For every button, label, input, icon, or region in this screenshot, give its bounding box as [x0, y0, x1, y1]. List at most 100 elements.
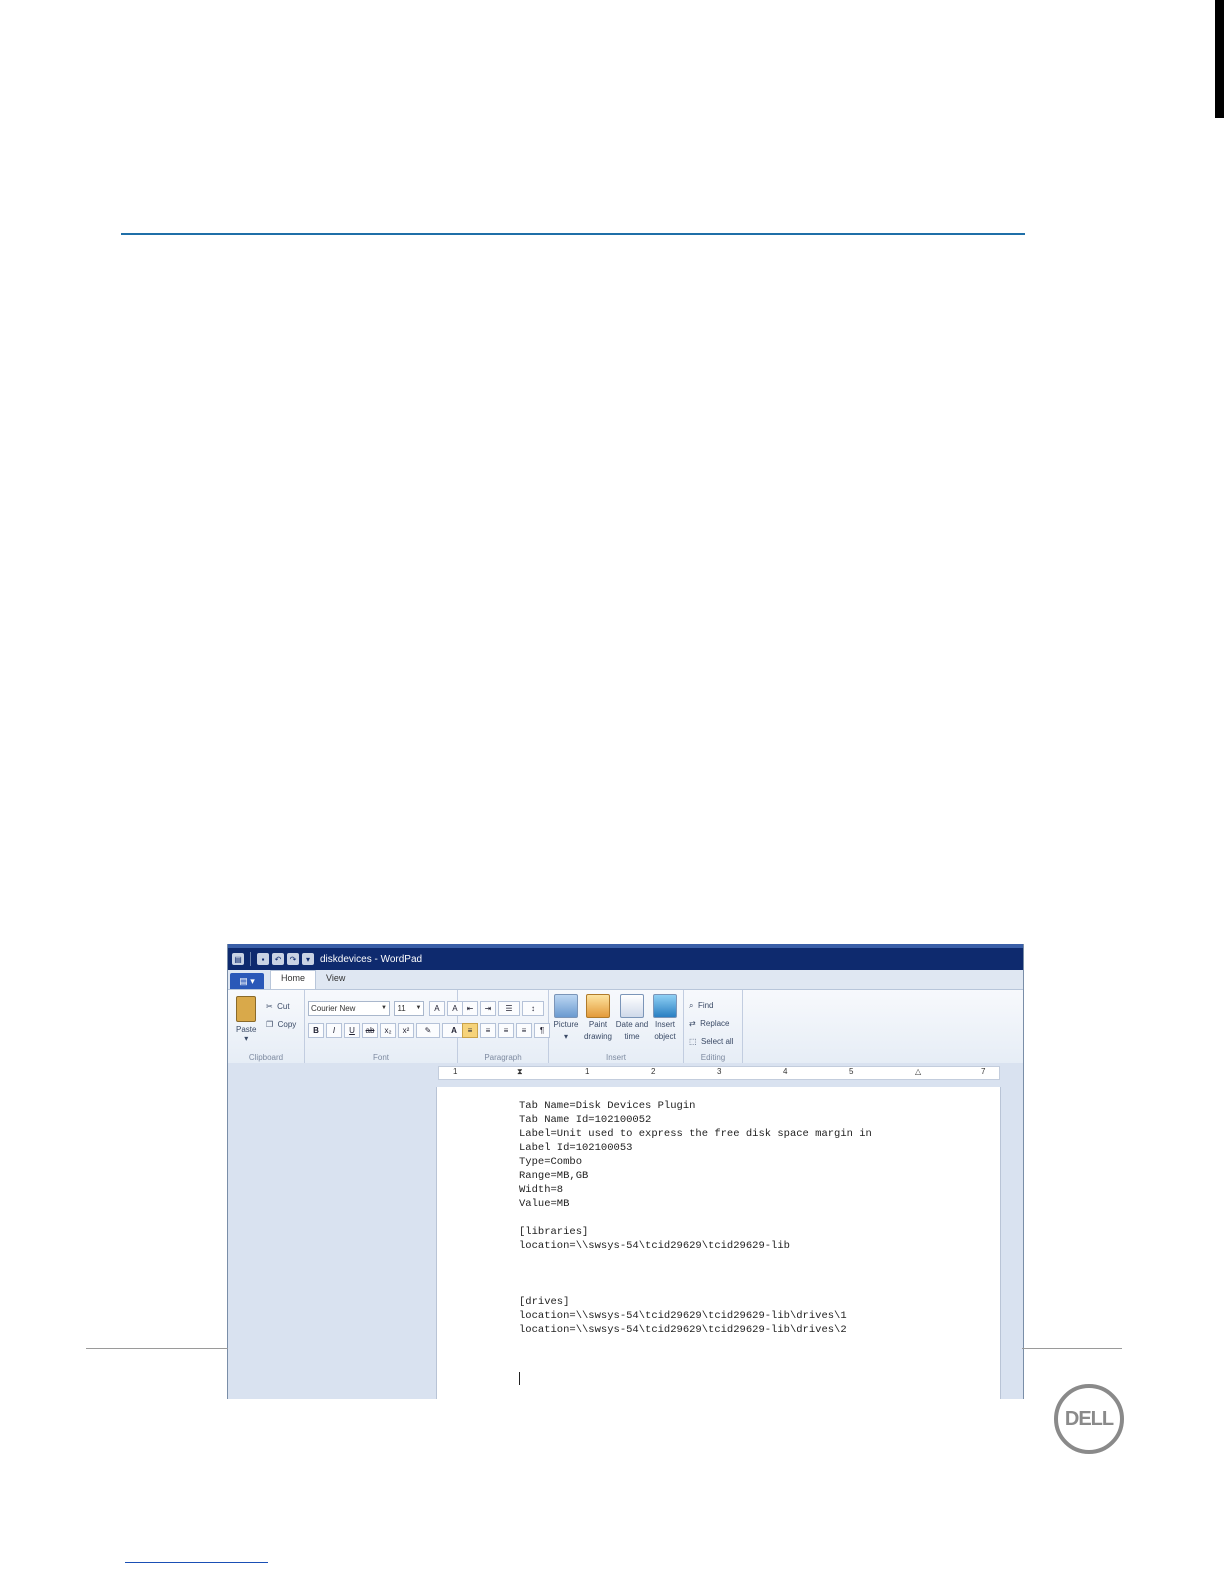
document-page[interactable]: Tab Name=Disk Devices Plugin Tab Name Id=…: [436, 1087, 1001, 1399]
document-line[interactable]: Range=MB,GB: [519, 1169, 872, 1183]
grow-font-button[interactable]: A: [428, 1001, 445, 1016]
picture-label: Picture: [553, 1020, 579, 1029]
document-line[interactable]: Value=MB: [519, 1197, 872, 1211]
document-line[interactable]: Label Id=102100053: [519, 1141, 872, 1155]
object-icon: [653, 994, 677, 1018]
font-size-select[interactable]: 11 ▼: [394, 1001, 425, 1016]
footer-link-underline[interactable]: [125, 1562, 268, 1563]
subscript-button[interactable]: x₂: [380, 1023, 396, 1038]
date-time-button[interactable]: Date and time: [615, 994, 649, 1042]
ruler-number: 7: [981, 1067, 986, 1076]
replace-button[interactable]: ⇄ Replace: [689, 1013, 730, 1031]
paragraph-group-label: Paragraph: [484, 1053, 522, 1062]
italic-button[interactable]: I: [326, 1023, 342, 1038]
redo-icon[interactable]: ↷: [287, 953, 299, 965]
insert-object-button[interactable]: Insert object: [650, 994, 680, 1042]
document-line[interactable]: location=\\swsys-54\tcid29629\tcid29629-…: [519, 1239, 872, 1253]
find-label: Find: [697, 1001, 714, 1010]
footer-rule: [86, 1348, 228, 1349]
document-text[interactable]: Tab Name=Disk Devices Plugin Tab Name Id=…: [519, 1099, 872, 1337]
picture-button[interactable]: Picture ▾: [553, 994, 579, 1042]
font-group: Courier New ▼ 11 ▼ AA B I Uab x₂ x² ✎ A Font: [305, 990, 466, 1064]
copy-button[interactable]: ❐ Copy: [266, 1014, 296, 1032]
ribbon: Paste ▾ ✂ Cut ❐ Copy Clipboard Courier N…: [228, 990, 1023, 1065]
right-indent-marker[interactable]: △: [915, 1067, 921, 1076]
document-line[interactable]: location=\\swsys-54\tcid29629\tcid29629-…: [519, 1323, 872, 1337]
align-left-button[interactable]: ≡: [462, 1023, 478, 1038]
qat-separator: [250, 952, 251, 966]
chevron-down-icon: ▼: [415, 1005, 422, 1011]
ruler-number: 1: [585, 1067, 590, 1076]
document-line[interactable]: Tab Name Id=102100052: [519, 1113, 872, 1127]
picture-icon: [554, 994, 578, 1018]
font-group-label: Font: [372, 1053, 389, 1062]
bullets-button[interactable]: ☰: [498, 1001, 520, 1016]
copy-label: Copy: [277, 1020, 297, 1029]
insert-group: Picture ▾ Paint drawing Date and time In…: [549, 990, 684, 1064]
tab-home[interactable]: Home: [270, 970, 317, 989]
window-title: diskdevices - WordPad: [320, 953, 423, 965]
ruler-number: 1: [453, 1067, 458, 1076]
undo-icon[interactable]: ↶: [272, 953, 284, 965]
document-line[interactable]: location=\\swsys-54\tcid29629\tcid29629-…: [519, 1309, 872, 1323]
document-line[interactable]: [519, 1267, 872, 1281]
document-line[interactable]: [519, 1281, 872, 1295]
document-line[interactable]: [libraries]: [519, 1225, 872, 1239]
replace-label: Replace: [700, 1019, 730, 1028]
paragraph-settings-button[interactable]: ¶: [534, 1023, 550, 1038]
paint-drawing-button[interactable]: Paint drawing: [583, 994, 613, 1042]
wordpad-window: ▤ ▪ ↶ ↷ ▾ diskdevices - WordPad ▤ ▾ Home…: [227, 944, 1024, 1399]
ruler-number: 3: [717, 1067, 722, 1076]
ruler-number: 2: [651, 1067, 656, 1076]
highlight-color-button[interactable]: ✎: [416, 1023, 440, 1038]
paste-button[interactable]: Paste ▾: [236, 996, 256, 1043]
line-spacing-button[interactable]: ↕: [522, 1001, 544, 1016]
document-line[interactable]: [519, 1253, 872, 1267]
title-bar: ▤ ▪ ↶ ↷ ▾ diskdevices - WordPad: [228, 944, 1023, 970]
cut-button[interactable]: ✂ Cut: [266, 996, 290, 1014]
app-icon[interactable]: ▤: [232, 953, 244, 965]
paste-dropdown-icon[interactable]: ▾: [236, 1034, 256, 1043]
document-line[interactable]: Tab Name=Disk Devices Plugin: [519, 1099, 872, 1113]
paint-drawing-label-2: drawing: [583, 1032, 612, 1041]
underline-button[interactable]: U: [344, 1023, 360, 1038]
cut-label: Cut: [277, 1002, 290, 1011]
document-line[interactable]: [519, 1211, 872, 1225]
font-family-select[interactable]: Courier New ▼: [308, 1001, 390, 1016]
customize-qat-icon[interactable]: ▾: [302, 953, 314, 965]
page-edge-bar: [1215, 0, 1224, 118]
align-right-button[interactable]: ≡: [498, 1023, 514, 1038]
clipboard-group: Paste ▾ ✂ Cut ❐ Copy Clipboard: [228, 990, 305, 1064]
ruler[interactable]: 1 ⧗ 1 2 3 4 5 △ 7: [438, 1066, 1000, 1080]
app-menu-button[interactable]: ▤ ▾: [230, 973, 264, 989]
first-line-indent-marker[interactable]: ⧗: [517, 1067, 523, 1077]
bold-button[interactable]: B: [308, 1023, 324, 1038]
header-rule: [121, 233, 1025, 235]
increase-indent-button[interactable]: ⇥: [480, 1001, 496, 1016]
document-line[interactable]: Label=Unit used to express the free disk…: [519, 1127, 872, 1141]
strikethrough-button[interactable]: ab: [362, 1023, 378, 1038]
editing-group: ⌕ Find ⇄ Replace ⬚ Select all Editing: [684, 990, 743, 1064]
tab-view[interactable]: View: [316, 971, 355, 989]
save-icon[interactable]: ▪: [257, 953, 269, 965]
find-button[interactable]: ⌕ Find: [689, 995, 714, 1013]
ruler-number: 5: [849, 1067, 854, 1076]
document-line[interactable]: [drives]: [519, 1295, 872, 1309]
superscript-button[interactable]: x²: [398, 1023, 414, 1038]
document-line[interactable]: Width=8: [519, 1183, 872, 1197]
select-all-icon: ⬚: [689, 1037, 697, 1046]
decrease-indent-button[interactable]: ⇤: [462, 1001, 478, 1016]
date-time-label-2: time: [624, 1032, 640, 1041]
insert-object-label-1: Insert: [654, 1020, 675, 1029]
copy-icon: ❐: [266, 1020, 274, 1029]
replace-icon: ⇄: [689, 1019, 696, 1028]
dell-logo: DELL: [1054, 1384, 1124, 1454]
paste-label: Paste: [236, 1025, 257, 1034]
align-center-button[interactable]: ≡: [480, 1023, 496, 1038]
select-all-button[interactable]: ⬚ Select all: [689, 1031, 733, 1049]
select-all-label: Select all: [701, 1037, 734, 1046]
clipboard-group-label: Clipboard: [248, 1053, 284, 1062]
justify-button[interactable]: ≡: [516, 1023, 532, 1038]
paragraph-group: ⇤ ⇥ ☰ ↕ ≡ ≡ ≡ ≡ ¶ Paragraph: [458, 990, 550, 1064]
document-line[interactable]: Type=Combo: [519, 1155, 872, 1169]
